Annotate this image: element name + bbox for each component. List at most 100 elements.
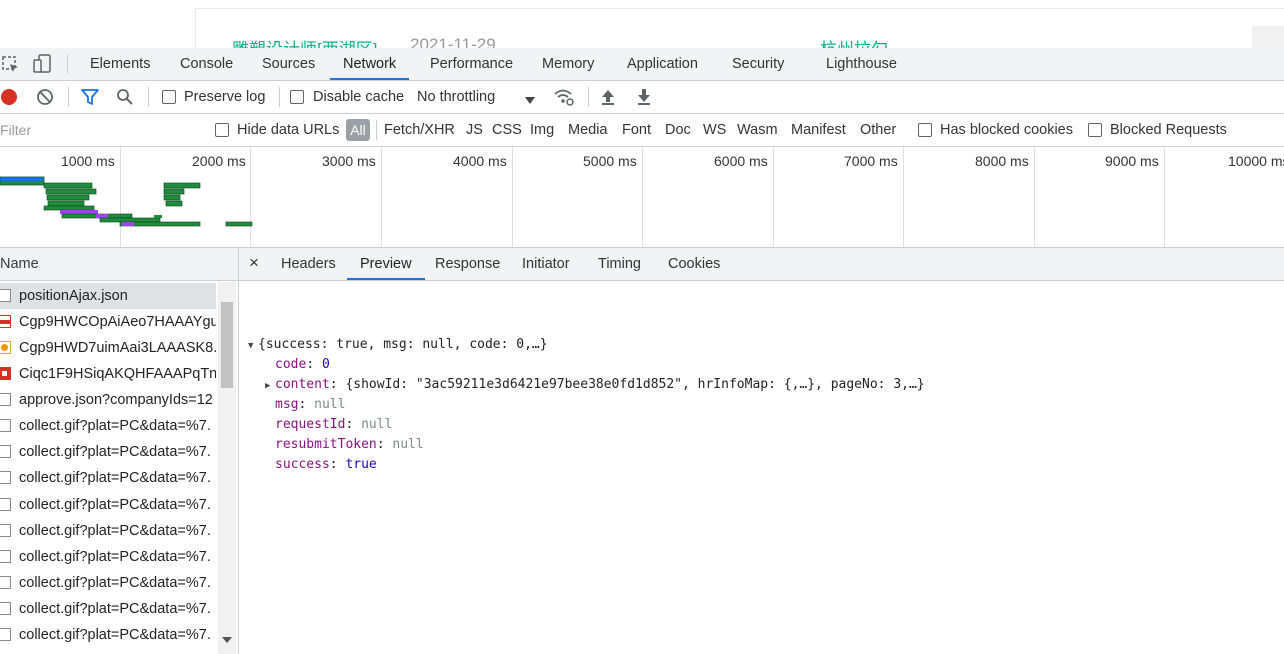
network-conditions-icon[interactable] [553,88,575,109]
timeline-gridline [512,147,513,247]
tab-cookies[interactable]: Cookies [668,248,720,280]
request-name: positionAjax.json [19,288,128,304]
collapsed-triangle-icon[interactable]: ▶ [265,381,275,391]
request-row[interactable]: collect.gif?plat=PC&data=%7. [0,518,216,544]
tab-preview[interactable]: Preview [347,248,425,280]
type-filter-img[interactable]: Img [530,114,554,146]
json-line-requestid[interactable]: requestId: null [275,417,392,432]
type-filter-fetch-xhr[interactable]: Fetch/XHR [384,114,455,146]
hide-data-urls-checkbox[interactable] [215,123,229,137]
json-line-msg[interactable]: msg: null [275,397,345,412]
tab-application[interactable]: Application [627,48,698,80]
json-value: null [392,437,424,452]
scroll-down-icon[interactable] [222,631,232,647]
job-date: 2021-11-29 [410,35,496,48]
request-row[interactable]: collect.gif?plat=PC&data=%7. [0,544,216,570]
type-filter-media[interactable]: Media [568,114,608,146]
tab-timing[interactable]: Timing [598,248,641,280]
background-page: 雕塑设计师[西湖区] 2021-11-29 杭州拉勾 [0,0,1284,48]
json-key: resubmitToken [275,437,377,452]
request-row[interactable]: collect.gif?plat=PC&data=%7. [0,465,216,491]
image-red-icon [0,315,11,328]
device-toolbar-icon[interactable] [33,54,53,77]
timeline-tick: 4000 ms [453,153,507,169]
has-blocked-cookies-label[interactable]: Has blocked cookies [940,114,1073,146]
expanded-triangle-icon[interactable]: ▼ [248,341,258,351]
toolbar-separator [279,87,280,107]
request-row[interactable]: collect.gif?plat=PC&data=%7. [0,492,216,518]
tab-performance[interactable]: Performance [430,48,513,80]
tab-response[interactable]: Response [435,248,500,280]
search-icon[interactable] [116,88,134,109]
tab-memory[interactable]: Memory [542,48,594,80]
disable-cache-checkbox[interactable] [290,90,304,104]
close-icon[interactable]: × [249,248,259,280]
request-row[interactable]: positionAjax.json [0,283,216,309]
job-title-link[interactable]: 雕塑设计师[西湖区] [232,35,377,48]
name-column-header[interactable]: Name [0,248,238,281]
request-waterfall-overview [0,176,253,227]
json-root[interactable]: ▼ {success: true, msg: null, code: 0,…} [248,337,548,352]
tabbar-separator [67,54,68,74]
tab-initiator[interactable]: Initiator [522,248,570,280]
json-value: null [314,397,346,412]
tab-lighthouse[interactable]: Lighthouse [826,48,897,80]
export-har-icon[interactable] [636,88,652,109]
type-filter-css[interactable]: CSS [492,114,522,146]
tab-security[interactable]: Security [732,48,784,80]
tab-network[interactable]: Network [330,48,410,80]
tab-console[interactable]: Console [180,48,233,80]
toolbar-separator [68,87,69,107]
json-line-content[interactable]: ▶ content: {showId: "3ac59211e3d6421e97be… [265,377,925,392]
filter-input[interactable] [0,120,198,140]
request-row[interactable]: collect.gif?plat=PC&data=%7. [0,413,216,439]
record-icon[interactable] [1,89,17,105]
document-icon [0,289,11,302]
filter-icon[interactable] [81,88,99,109]
json-line-success[interactable]: success: true [275,457,377,472]
clear-icon[interactable] [36,88,54,109]
tab-elements[interactable]: Elements [90,48,150,80]
type-filter-manifest[interactable]: Manifest [791,114,846,146]
throttling-select[interactable]: No throttling [417,81,495,113]
request-row[interactable]: Ciqc1F9HSiqAKQHFAAAPqTnD [0,361,216,387]
document-icon [0,393,11,406]
tab-headers[interactable]: Headers [281,248,336,280]
filter-bar: Hide data URLs All Fetch/XHR JS CSS Img … [0,114,1284,147]
json-line-code[interactable]: code: 0 [275,357,330,372]
blocked-requests-checkbox[interactable] [1088,123,1102,137]
tab-sources[interactable]: Sources [262,48,315,80]
scrollbar-thumb[interactable] [221,302,233,388]
type-filter-all[interactable]: All [346,119,370,141]
inspect-element-icon[interactable] [2,56,20,77]
request-row[interactable]: collect.gif?plat=PC&data=%7. [0,622,216,648]
type-filter-wasm[interactable]: Wasm [737,114,778,146]
toolbar-separator [588,87,589,107]
json-line-resubmittoken[interactable]: resubmitToken: null [275,437,424,452]
dropdown-arrow-icon[interactable] [524,92,536,108]
blocked-requests-label[interactable]: Blocked Requests [1110,114,1227,146]
import-har-icon[interactable] [600,88,616,109]
request-row[interactable]: collect.gif?plat=PC&data=%7. [0,570,216,596]
request-row[interactable]: Cgp9HWD7uimAai3LAAASK8. [0,335,216,361]
network-overview[interactable]: 1000 ms 2000 ms 3000 ms 4000 ms 5000 ms … [0,147,1284,248]
hide-data-urls-label[interactable]: Hide data URLs [237,114,339,146]
type-filter-other[interactable]: Other [860,114,896,146]
type-filter-font[interactable]: Font [622,114,651,146]
page-scrollbar[interactable] [1252,26,1284,48]
has-blocked-cookies-checkbox[interactable] [918,123,932,137]
detail-tabbar: × Headers Preview Response Initiator Tim… [239,248,1284,281]
request-row[interactable]: collect.gif?plat=PC&data=%7. [0,596,216,622]
type-filter-doc[interactable]: Doc [665,114,691,146]
company-link[interactable]: 杭州拉勾 [820,35,888,48]
type-filter-ws[interactable]: WS [703,114,726,146]
request-row[interactable]: collect.gif?plat=PC&data=%7. [0,439,216,465]
disable-cache-label[interactable]: Disable cache [313,81,404,113]
preserve-log-checkbox[interactable] [162,90,176,104]
preserve-log-label[interactable]: Preserve log [184,81,265,113]
request-row[interactable]: Cgp9HWCOpAiAeo7HAAAYgu [0,309,216,335]
request-row[interactable]: approve.json?companyIds=12 [0,387,216,413]
type-filter-js[interactable]: JS [466,114,483,146]
timeline-tick: 9000 ms [1105,153,1159,169]
json-key: success [275,457,330,472]
